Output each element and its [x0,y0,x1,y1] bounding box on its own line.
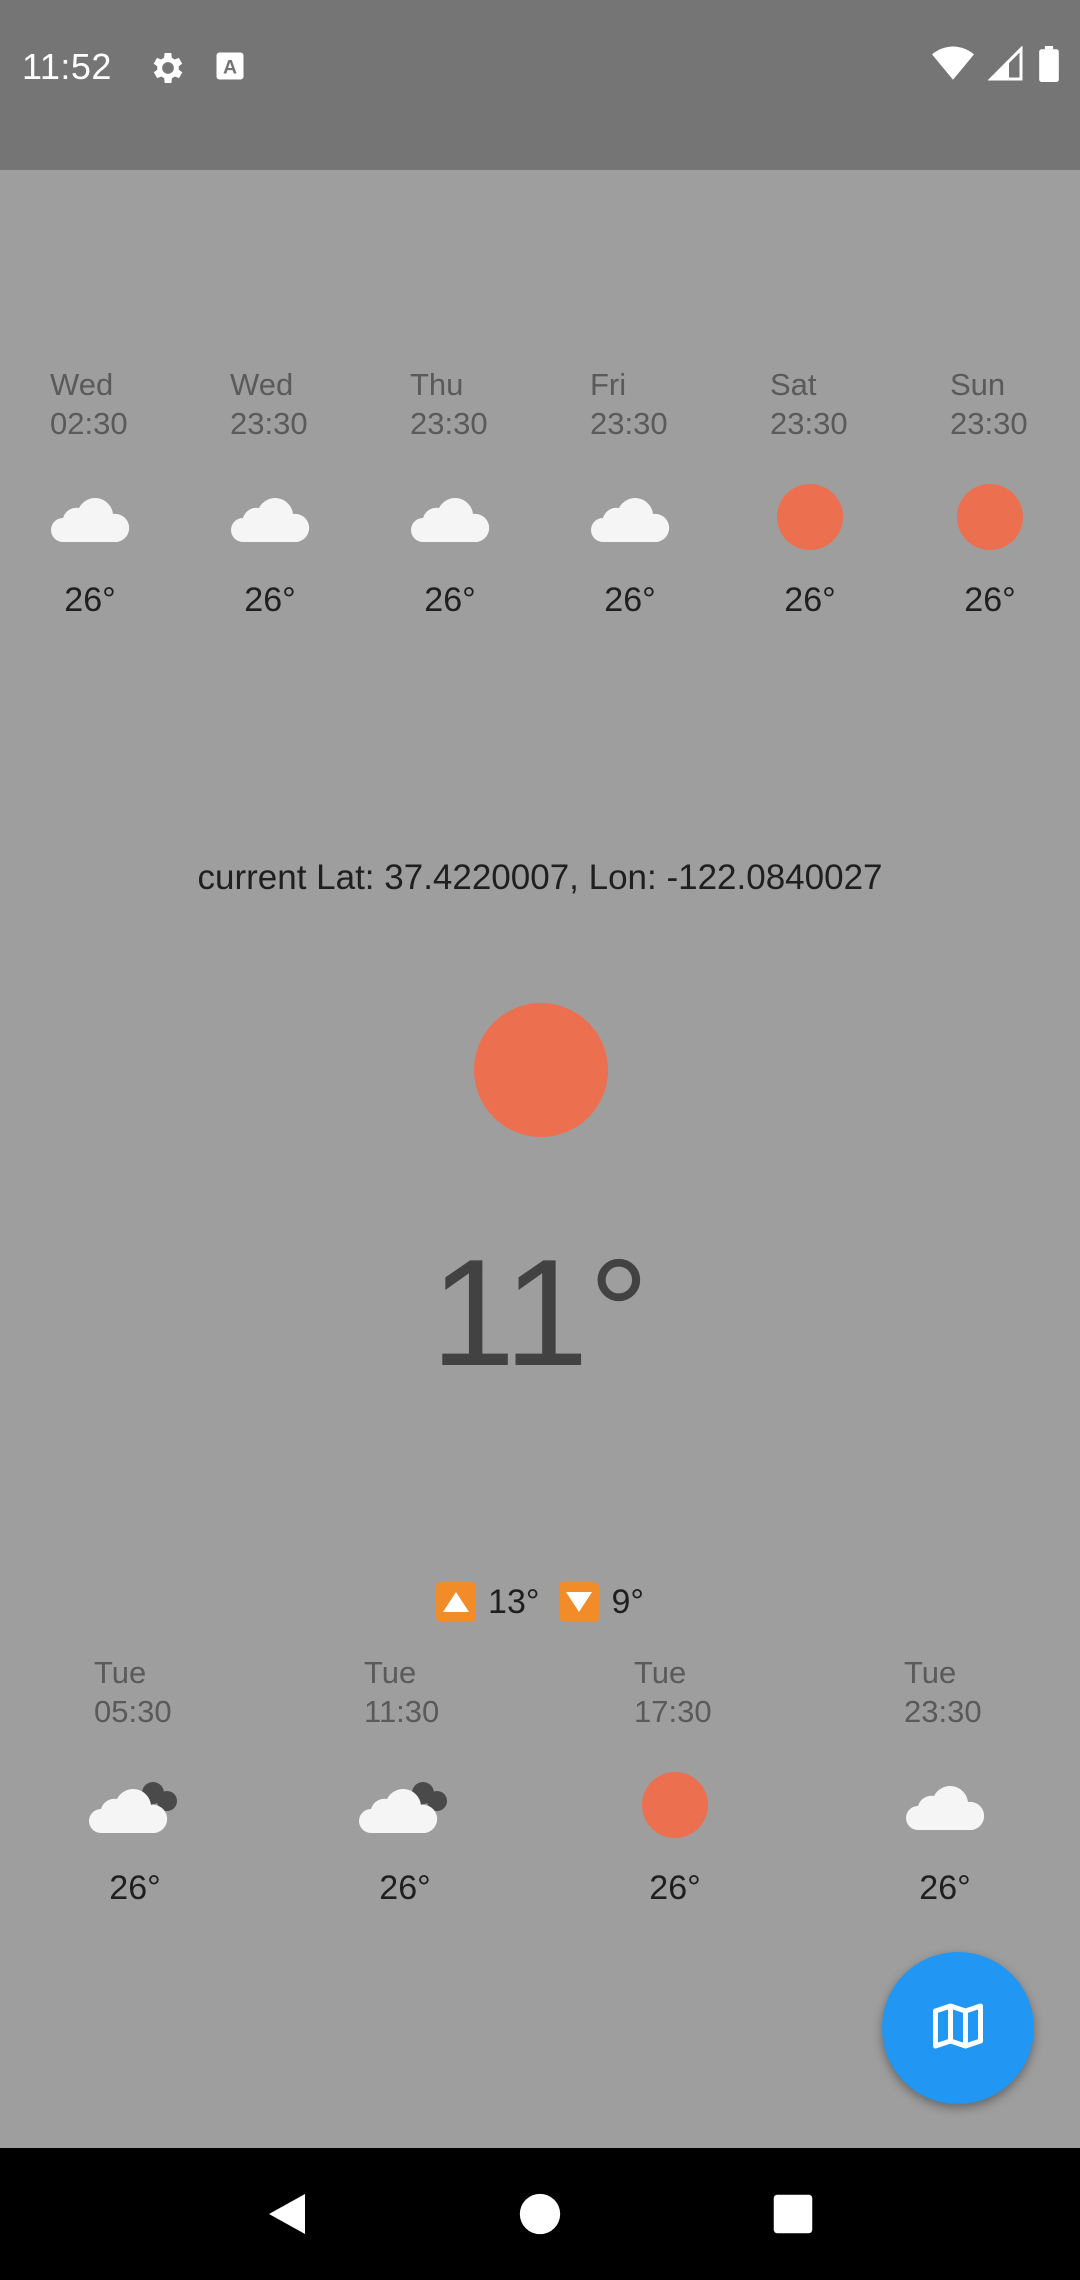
forecast-time: 05:30 [94,1694,172,1729]
forecast-temp: 26° [784,581,836,619]
forecast-time: 23:30 [904,1694,982,1729]
up-arrow-icon [436,1582,477,1622]
home-button[interactable] [510,2184,570,2244]
forecast-time: 23:30 [230,406,308,441]
sun-icon [642,1755,708,1855]
forecast-time: 11:30 [364,1694,440,1729]
forecast-temp: 26° [649,1869,701,1907]
forecast-time: 23:30 [590,406,668,441]
status-time: 11:52 [22,46,112,87]
forecast-time: 23:30 [770,406,848,441]
daily-forecast-item: Sun 23:30 26° [900,365,1080,620]
hourly-forecast-item: Tue 23:30 26° [810,1653,1080,1908]
hourly-forecast-item: Tue 11:30 26° [270,1653,540,1908]
forecast-day: Sat [770,367,817,402]
cloud-icon [904,1755,986,1855]
a-letter-icon: A [212,48,252,88]
map-icon [928,1996,988,2061]
sun-icon [777,467,843,567]
svg-text:A: A [223,57,237,79]
daily-forecast-item: Sat 23:30 26° [720,365,900,620]
forecast-temp: 26° [964,581,1016,619]
forecast-day: Tue [364,1655,417,1690]
cloud-icon [589,467,671,567]
daily-forecast-item: Fri 23:30 26° [540,365,720,620]
partly-cloudy-icon [357,1755,453,1855]
back-button[interactable] [257,2184,317,2244]
forecast-temp: 26° [604,581,656,619]
max-temp-value: 13° [488,1582,540,1621]
daily-forecast-row: Wed 02:30 26° Wed 23:30 26° Thu 23:30 26… [0,365,1080,620]
status-bar: 11:52 A [0,0,1080,170]
daily-forecast-item: Wed 23:30 26° [180,365,360,620]
forecast-time: 23:30 [950,406,1028,441]
location-coordinates: current Lat: 37.4220007, Lon: -122.08400… [197,858,883,897]
forecast-time: 02:30 [50,406,128,441]
daily-forecast-item: Thu 23:30 26° [360,365,540,620]
forecast-day: Sun [950,367,1006,402]
forecast-temp: 26° [109,1869,161,1907]
min-temp-value: 9° [611,1582,644,1621]
signal-icon [987,45,1024,87]
main-content: Wed 02:30 26° Wed 23:30 26° Thu 23:30 26… [0,170,1080,2148]
wifi-icon [932,46,974,87]
forecast-day: Fri [590,367,627,402]
current-temperature: 11° [430,1228,650,1398]
forecast-temp: 26° [64,581,116,619]
forecast-day: Tue [904,1655,957,1690]
forecast-day: Tue [634,1655,687,1690]
partly-cloudy-icon [87,1755,183,1855]
status-right-icons [932,45,1060,87]
hourly-forecast-item: Tue 05:30 26° [0,1653,270,1908]
hourly-forecast-item: Tue 17:30 26° [540,1653,810,1908]
forecast-time: 23:30 [410,406,488,441]
down-arrow-icon [559,1582,600,1622]
cloud-icon [409,467,491,567]
battery-icon [1038,46,1060,87]
forecast-temp: 26° [244,581,296,619]
max-temperature: 13° [436,1582,539,1622]
sun-icon [957,467,1023,567]
map-button[interactable] [882,1952,1034,2104]
forecast-day: Tue [94,1655,147,1690]
forecast-temp: 26° [424,581,476,619]
cloud-icon [229,467,311,567]
cloud-icon [49,467,131,567]
sun-icon [474,1003,608,1137]
forecast-day: Thu [410,367,464,402]
navigation-bar [0,2148,1080,2280]
forecast-temp: 26° [379,1869,431,1907]
forecast-time: 17:30 [634,1694,712,1729]
recents-button[interactable] [763,2184,823,2244]
gear-icon [148,48,188,88]
forecast-day: Wed [230,367,294,402]
min-temperature: 9° [559,1582,644,1622]
forecast-day: Wed [50,367,114,402]
hourly-forecast-row: Tue 05:30 26° Tue 11:30 26° Tue 17:30 26… [0,1653,1080,1908]
forecast-temp: 26° [919,1869,971,1907]
min-max-temperature: 13° 9° [0,1582,1080,1622]
daily-forecast-item: Wed 02:30 26° [0,365,180,620]
